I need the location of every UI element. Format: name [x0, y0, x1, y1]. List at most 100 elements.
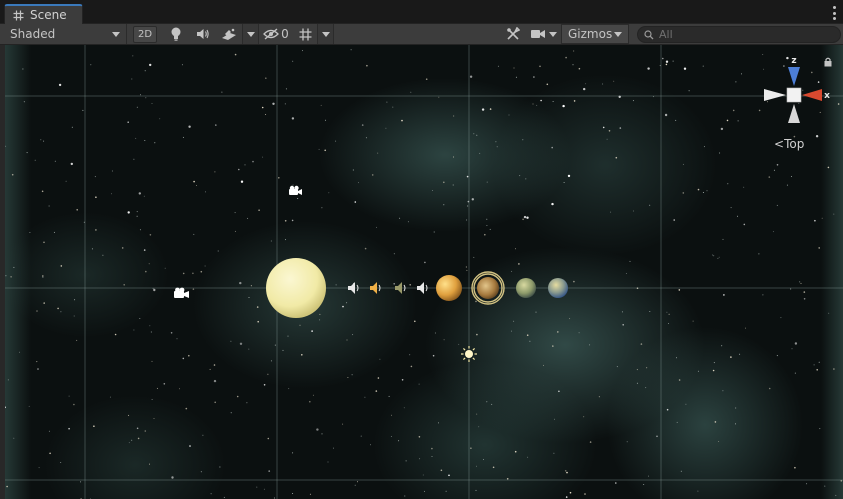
star	[60, 462, 62, 463]
light-gizmo-icon[interactable]	[461, 346, 477, 362]
star	[73, 315, 75, 317]
more-options-icon[interactable]	[831, 6, 837, 20]
star	[465, 266, 467, 268]
star	[114, 333, 117, 336]
star	[192, 288, 195, 290]
effects-icon	[222, 28, 236, 40]
star	[476, 465, 477, 467]
star	[735, 407, 737, 409]
planet-uranus[interactable]	[516, 278, 536, 298]
star	[443, 204, 445, 206]
star	[188, 354, 190, 357]
star	[42, 275, 44, 277]
camera-gizmo-icon[interactable]	[289, 185, 302, 195]
star	[539, 65, 541, 68]
planet-jupiter[interactable]	[477, 277, 499, 299]
star	[297, 198, 299, 199]
star	[391, 414, 392, 416]
star	[179, 388, 180, 390]
grid-toggle[interactable]	[294, 24, 316, 44]
star	[163, 383, 166, 385]
star	[816, 369, 818, 371]
star	[7, 379, 9, 381]
chevron-down-icon	[549, 31, 557, 37]
star	[43, 241, 45, 244]
star	[475, 300, 477, 303]
hidden-eye-icon	[263, 28, 280, 40]
star	[572, 64, 574, 66]
star	[285, 239, 286, 241]
star	[730, 356, 732, 358]
star	[94, 176, 96, 178]
grid-dropdown[interactable]	[317, 24, 334, 44]
star	[76, 209, 78, 211]
star	[680, 470, 682, 472]
star	[819, 428, 821, 430]
star	[467, 205, 469, 207]
search-field[interactable]: All	[637, 26, 841, 43]
star	[357, 481, 358, 483]
star	[800, 282, 802, 284]
audio-toggle[interactable]	[192, 24, 214, 44]
tab-scene[interactable]: Scene	[4, 4, 83, 24]
scene-visibility-toggle[interactable]: 0	[262, 24, 290, 44]
star	[564, 470, 567, 472]
star	[735, 81, 737, 83]
star	[404, 495, 406, 497]
star	[799, 281, 801, 283]
star	[706, 190, 708, 192]
star	[196, 185, 197, 186]
star	[526, 334, 529, 337]
star	[688, 90, 690, 92]
effects-dropdown[interactable]	[242, 24, 259, 44]
camera-settings-dropdown[interactable]	[527, 24, 561, 44]
star	[238, 168, 240, 171]
star	[828, 312, 830, 314]
camera-gizmo-icon[interactable]	[174, 287, 189, 298]
star	[479, 152, 481, 154]
sun-sphere[interactable]	[266, 258, 326, 318]
tools-button[interactable]	[500, 24, 525, 44]
star	[647, 67, 650, 70]
view-label[interactable]: <Top	[774, 137, 804, 151]
2d-mode-button[interactable]: 2D	[133, 26, 157, 43]
star	[292, 452, 294, 454]
star	[128, 442, 130, 444]
star	[491, 403, 493, 405]
star	[565, 56, 567, 59]
star	[443, 181, 445, 184]
effects-toggle[interactable]	[218, 24, 240, 44]
star	[481, 108, 485, 111]
lighting-toggle[interactable]	[165, 24, 187, 44]
star	[48, 205, 50, 207]
star	[821, 217, 823, 219]
star	[182, 272, 185, 275]
star	[170, 332, 173, 334]
star	[584, 493, 586, 495]
star	[202, 434, 204, 436]
star	[768, 387, 771, 390]
star	[364, 396, 366, 398]
star	[150, 331, 152, 333]
star	[205, 191, 206, 193]
planet-neptune[interactable]	[548, 278, 568, 298]
star	[36, 361, 38, 363]
star	[702, 192, 704, 193]
star	[82, 109, 84, 111]
star	[833, 368, 835, 370]
planet-mars[interactable]	[436, 275, 462, 301]
chevron-down-icon	[246, 31, 255, 37]
star	[182, 136, 184, 138]
star	[602, 83, 604, 85]
scene-viewport[interactable]: z x <Top	[5, 45, 843, 499]
star	[149, 463, 150, 465]
orientation-gizmo[interactable]: z x <Top	[760, 55, 832, 155]
star	[230, 340, 232, 342]
gizmos-dropdown[interactable]: Gizmos	[561, 24, 629, 44]
star	[527, 456, 529, 458]
star	[144, 140, 146, 141]
star	[515, 76, 517, 78]
star	[159, 118, 161, 120]
star	[37, 368, 39, 370]
shading-mode-dropdown[interactable]: Shaded	[0, 24, 127, 44]
